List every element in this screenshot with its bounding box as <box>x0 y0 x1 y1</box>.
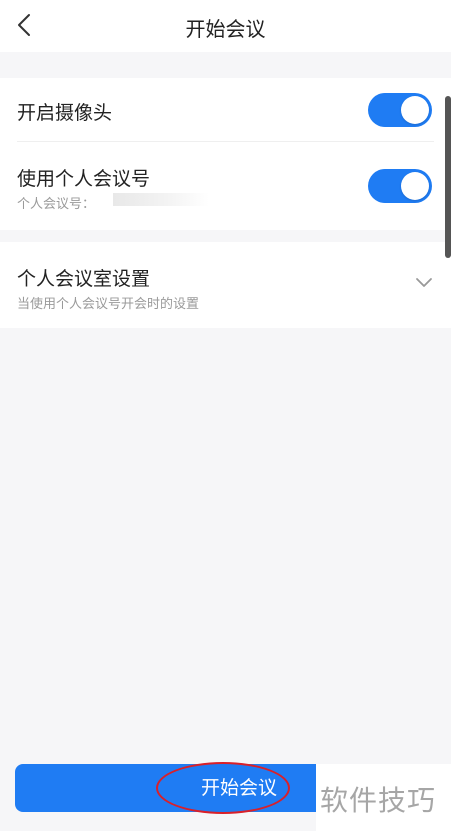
personal-meeting-id-toggle[interactable] <box>368 169 432 203</box>
top-bar: 开始会议 <box>0 0 451 52</box>
toggle-knob <box>401 96 429 124</box>
row-divider <box>17 141 434 142</box>
masked-meeting-number <box>113 193 209 206</box>
personal-room-label: 个人会议室设置 <box>17 268 151 290</box>
personal-meeting-id-label: 使用个人会议号 <box>17 168 151 190</box>
personal-room-sublabel: 当使用个人会议号开会时的设置 <box>17 297 200 312</box>
watermark: 软件技巧 <box>316 764 451 831</box>
personal-room-settings-row[interactable]: 个人会议室设置 当使用个人会议号开会时的设置 <box>0 242 451 328</box>
scroll-indicator[interactable] <box>445 96 451 258</box>
start-meeting-button-label: 开始会议 <box>200 777 277 799</box>
chevron-down-icon[interactable] <box>415 277 433 289</box>
camera-toggle[interactable] <box>368 93 432 127</box>
settings-card: 开启摄像头 使用个人会议号 个人会议号： <box>0 78 451 230</box>
personal-meeting-id-sublabel: 个人会议号： <box>17 197 96 212</box>
camera-label: 开启摄像头 <box>17 102 113 124</box>
watermark-text: 软件技巧 <box>320 784 437 817</box>
page-title: 开始会议 <box>185 17 266 41</box>
toggle-knob <box>401 172 429 200</box>
